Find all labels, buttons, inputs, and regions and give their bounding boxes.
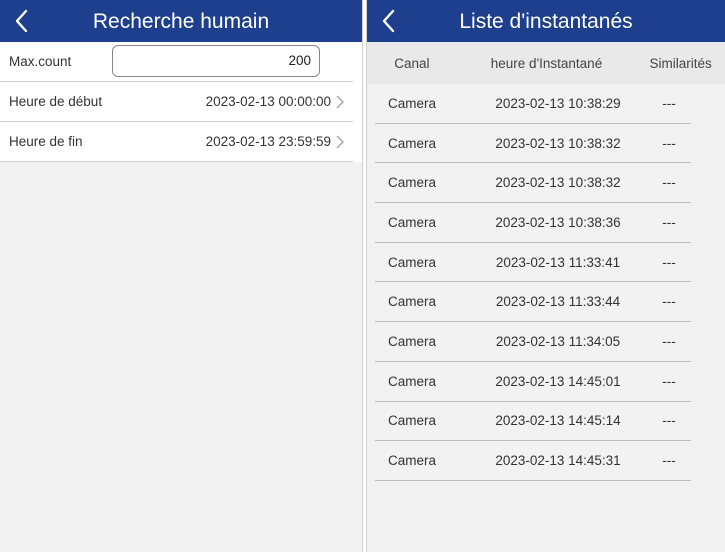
table-row[interactable]: Camera 2023-02-13 11:33:41 ---	[375, 242, 691, 283]
column-header-similarity: Similarités	[649, 55, 712, 71]
time-cell: 2023-02-13 11:34:05	[495, 333, 621, 349]
channel-cell: Camera	[388, 294, 437, 310]
time-cell: 2023-02-13 10:38:29	[495, 95, 621, 111]
snapshot-list-screen: Liste d'instantanés Canal heure d'Instan…	[366, 0, 725, 552]
table-row[interactable]: Camera 2023-02-13 11:34:05 ---	[375, 322, 691, 362]
table-row[interactable]: Camera 2023-02-13 14:45:14 ---	[375, 401, 691, 442]
human-search-screen: Recherche humain Max.count 200 Heure de …	[0, 0, 363, 552]
similarity-cell: ---	[662, 175, 676, 191]
channel-cell: Camera	[388, 453, 437, 469]
similarity-cell: ---	[662, 413, 676, 429]
similarity-cell: ---	[662, 294, 676, 310]
time-cell: 2023-02-13 14:45:01	[495, 373, 621, 389]
time-cell: 2023-02-13 14:45:14	[495, 413, 621, 429]
channel-cell: Camera	[388, 214, 437, 230]
search-form: Max.count 200 Heure de début 2023-02-13 …	[0, 42, 362, 162]
column-header-channel: Canal	[394, 55, 430, 71]
table-row[interactable]: Camera 2023-02-13 10:38:32 ---	[375, 123, 691, 164]
time-cell: 2023-02-13 11:33:44	[495, 294, 621, 310]
end-time-label: Heure de fin	[9, 134, 83, 149]
table-header: Canal heure d'Instantané Similarités	[367, 42, 725, 84]
similarity-cell: ---	[662, 453, 676, 469]
start-time-label: Heure de début	[9, 94, 103, 109]
similarity-cell: ---	[662, 254, 676, 270]
table-row[interactable]: Camera 2023-02-13 11:33:44 ---	[375, 282, 691, 323]
similarity-cell: ---	[662, 333, 676, 349]
similarity-cell: ---	[662, 214, 676, 230]
max-count-input[interactable]: 200	[112, 45, 320, 77]
time-cell: 2023-02-13 10:38:32	[495, 135, 621, 151]
start-time-value: 2023-02-13 00:00:00	[205, 94, 331, 109]
similarity-cell: ---	[662, 95, 676, 111]
chevron-right-icon	[335, 95, 345, 109]
page-title: Recherche humain	[92, 10, 270, 33]
table-row[interactable]: Camera 2023-02-13 10:38:36 ---	[375, 203, 691, 243]
channel-cell: Camera	[388, 135, 437, 151]
chevron-right-icon	[335, 135, 345, 149]
table-row[interactable]: Camera 2023-02-13 14:45:01 ---	[375, 361, 691, 402]
similarity-cell: ---	[662, 135, 676, 151]
page-title: Liste d'instantanés	[459, 10, 633, 33]
time-cell: 2023-02-13 10:38:36	[495, 214, 621, 230]
time-cell: 2023-02-13 14:45:31	[495, 453, 621, 469]
end-time-row[interactable]: Heure de fin 2023-02-13 23:59:59	[0, 122, 353, 162]
column-header-time: heure d'Instantané	[490, 55, 603, 71]
channel-cell: Camera	[388, 413, 437, 429]
channel-cell: Camera	[388, 175, 437, 191]
left-header: Recherche humain	[0, 0, 362, 42]
snapshot-table: Camera 2023-02-13 10:38:29 --- Camera 2023-0…	[367, 84, 725, 481]
channel-cell: Camera	[388, 333, 437, 349]
end-time-value: 2023-02-13 23:59:59	[205, 134, 331, 149]
channel-cell: Camera	[388, 254, 437, 270]
channel-cell: Camera	[388, 95, 437, 111]
max-count-row: Max.count 200	[0, 42, 353, 82]
table-row[interactable]: Camera 2023-02-13 14:45:31 ---	[375, 441, 691, 481]
channel-cell: Camera	[388, 373, 437, 389]
similarity-cell: ---	[662, 373, 676, 389]
start-time-row[interactable]: Heure de début 2023-02-13 00:00:00	[0, 82, 353, 122]
table-row[interactable]: Camera 2023-02-13 10:38:29 ---	[375, 84, 691, 124]
time-cell: 2023-02-13 11:33:41	[495, 254, 621, 270]
time-cell: 2023-02-13 10:38:32	[495, 175, 621, 191]
right-header: Liste d'instantanés	[367, 0, 725, 42]
table-row[interactable]: Camera 2023-02-13 10:38:32 ---	[375, 163, 691, 204]
